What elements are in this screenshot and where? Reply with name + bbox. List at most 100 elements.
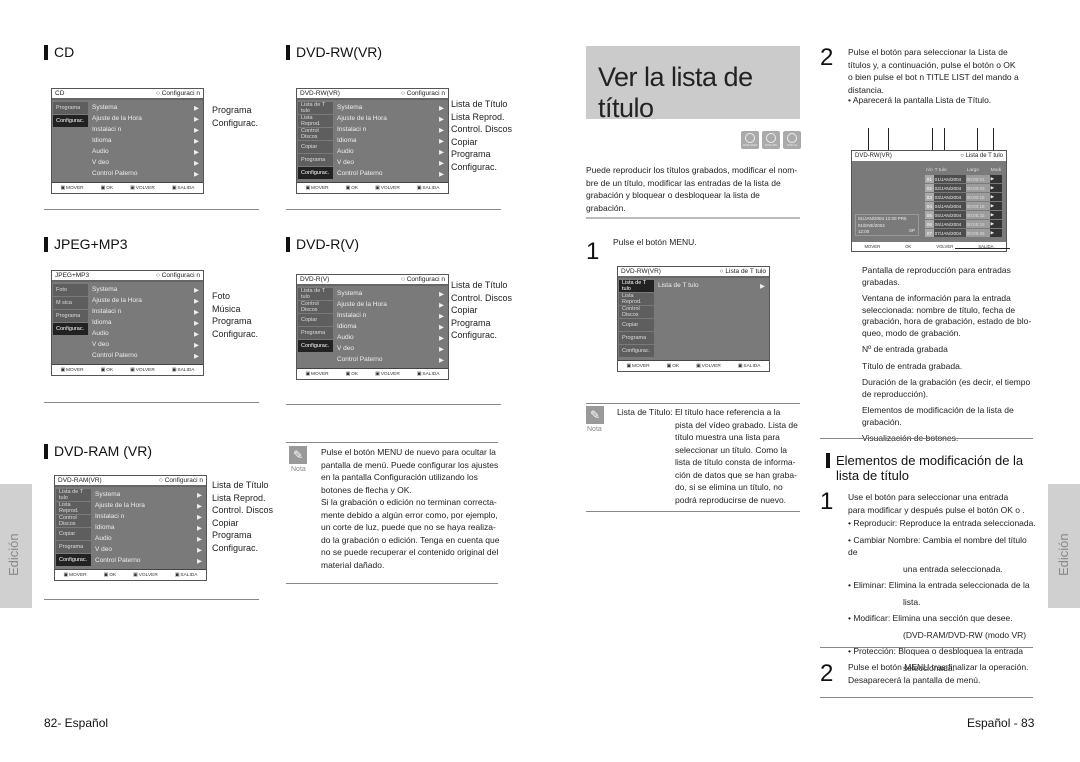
osd-menu-item[interactable]: Control Paterno ▶ [337,354,448,365]
table-row[interactable]: 05 05/JAN/2004 00:05:32 ▶ [925,211,1003,219]
osd-menu-item[interactable]: Audio ▶ [337,146,448,157]
step-text: Use el botón para seleccionar una entrad… [848,491,1038,516]
disc-type: DVD-RW(VR) [855,153,892,159]
osd-menu-item[interactable]: Instalaci n ▶ [95,511,206,522]
osd-category-item[interactable]: Programa [298,154,333,166]
osd-category-item[interactable]: Configurac. [56,554,91,566]
table-row[interactable]: 01 01/JAN/2004 00:00:01 ▶ [925,175,1003,183]
osd-category-item[interactable]: Lista Reprod. [298,115,333,127]
osd-category-item[interactable]: Lista Reprod. [56,502,91,514]
osd-menu-item[interactable]: Control Paterno ▶ [92,350,203,361]
osd-menu-item[interactable]: Systema ▶ [337,102,448,113]
page-footer-right: Español - 83 [967,716,1035,730]
osd-menu-item[interactable]: Control Paterno ▶ [95,555,206,566]
osd-menu-item[interactable]: Systema ▶ [92,102,203,113]
osd-menu-item[interactable]: Idioma ▶ [337,135,448,146]
option-bullet: • Cambiar Nombre: Cambia el nombre del t… [848,534,1038,576]
osd-menu-item[interactable]: Instalaci n ▶ [92,306,203,317]
osd-menu-item[interactable]: Idioma ▶ [92,135,203,146]
disc-type: DVD-RW(VR) [621,268,661,275]
osd-item-list: Systema ▶ Ajuste de la Hora ▶ Instalaci n ▶ Id… [333,288,448,366]
osd-menu-item[interactable]: Lista de T tulo ▶ [658,280,769,291]
arrow-right-icon: ▶ [194,137,199,145]
osd-menu-item[interactable]: V deo ▶ [337,343,448,354]
step-number: 2 [820,660,834,687]
osd-category-item[interactable]: Control Discos [56,515,91,527]
osd-category-item[interactable]: Copiar [298,314,333,326]
osd-category-item[interactable]: Copiar [619,319,654,331]
table-row[interactable]: 06 06/JAN/2004 00:05:15 ▶ [925,220,1003,228]
osd-category-list: Lista de T tulo Lista Reprod. Control Disc… [618,280,654,358]
osd-menu-item[interactable]: V deo ▶ [92,339,203,350]
osd-category-item[interactable]: Lista de T tulo [619,280,654,292]
osd-category-item[interactable]: Programa [619,332,654,344]
osd-category-item[interactable]: Configurac. [298,340,333,352]
osd-category-item[interactable]: Programa [53,102,88,114]
osd-menu-item[interactable]: Ajuste de la Hora ▶ [92,113,203,124]
osd-category-item[interactable]: Lista de T tulo [298,288,333,300]
osd-category-item[interactable]: Configurac. [619,345,654,357]
osd-category-item[interactable]: Control Discos [298,301,333,313]
osd-category-item[interactable]: Lista Reprod. [619,293,654,305]
table-row[interactable]: 02 02/JAN/2004 00:00:03 ▶ [925,184,1003,192]
osd-menu-item[interactable]: Systema ▶ [337,288,448,299]
osd-menu-item[interactable]: Audio ▶ [95,533,206,544]
table-row[interactable]: 04 04/JAN/2004 00:00:18 ▶ [925,202,1003,210]
table-row[interactable]: 03 03/JAN/2004 00:00:15 ▶ [925,193,1003,201]
step-text: Pulse el botón MENU. [613,237,697,247]
title-list-table: n/o T tulo Largo Modi 01 01/JAN/2004 00:00:01 ▶… [925,165,1003,238]
osd-menu-item[interactable]: Control Paterno ▶ [337,168,448,179]
arrow-right-icon: ▶ [989,229,1003,237]
osd-menu-item[interactable]: Idioma ▶ [92,317,203,328]
osd-category-item[interactable]: Control Discos [298,128,333,140]
osd-menu-item[interactable]: Instalaci n ▶ [92,124,203,135]
osd-menu-item[interactable]: Idioma ▶ [95,522,206,533]
osd-menu-item[interactable]: Ajuste de la Hora ▶ [337,299,448,310]
osd-category-item[interactable]: Programa [53,310,88,322]
function-name: Foto [212,291,231,301]
osd-menu-item[interactable]: V deo ▶ [337,157,448,168]
disc-label: DVD-R [787,143,797,147]
osd-category-item[interactable]: Programa [298,327,333,339]
osd-menu-item[interactable]: Systema ▶ [95,489,206,500]
osd-category-item[interactable]: Programa [56,541,91,553]
osd-menu-item[interactable]: Ajuste de la Hora ▶ [337,113,448,124]
osd-menu-item[interactable]: Instalaci n ▶ [337,124,448,135]
osd-menu-item[interactable]: Idioma ▶ [337,321,448,332]
osd-category-item[interactable]: Copiar [56,528,91,540]
osd-menu-item[interactable]: Ajuste de la Hora ▶ [92,295,203,306]
osd-category-item[interactable]: Configurac. [298,167,333,179]
osd-category-item[interactable]: Lista de T tulo [298,102,333,114]
osd-category-item[interactable]: Lista de T tulo [56,489,91,501]
osd-button-bar: MOVER OK VOLVER SALIDA [52,364,203,375]
disc-type: CD [55,90,65,97]
osd-category-item[interactable]: Foto [53,284,88,296]
osd-menu-item[interactable]: Control Paterno ▶ [92,168,203,179]
osd-menu-item[interactable]: Systema ▶ [92,284,203,295]
section-heading-line2: lista de título [836,468,909,483]
heading-bar [286,44,290,60]
osd-menu-item[interactable]: V deo ▶ [92,157,203,168]
osd-menu-item[interactable]: V deo ▶ [95,544,206,555]
osd-menu-item[interactable]: Audio ▶ [92,146,203,157]
osd-menu-item[interactable]: Audio ▶ [92,328,203,339]
osd-category-item[interactable]: Control Discos [619,306,654,318]
button-hint: SALIDA [417,186,439,191]
table-row[interactable]: 07 07/JAN/2004 00:09:26 ▶ [925,229,1003,237]
osd-category-item[interactable]: Configurac. [53,115,88,127]
osd-category-item[interactable]: M sica [53,297,88,309]
osd-body: Lista de T tulo Control Discos Copiar Progr… [297,286,448,368]
osd-menu-screen: DVD-RAM(VR) ○ Configuraci n Lista de T tul… [54,475,207,581]
osd-category-list: Lista de T tulo Control Discos Copiar Progr… [297,288,333,366]
osd-category-item[interactable]: Configurac. [53,323,88,335]
osd-menu-item[interactable]: Instalaci n ▶ [337,310,448,321]
arrow-right-icon: ▶ [197,557,202,565]
function-list: Programa Configurac. [212,104,258,129]
function-name: Programa [212,105,252,115]
osd-menu-item[interactable]: Audio ▶ [337,332,448,343]
osd-category-item[interactable]: Copiar [298,141,333,153]
osd-menu-item[interactable]: Ajuste de la Hora ▶ [95,500,206,511]
entry-length: 00:00:15 [965,193,990,201]
bullet-line: lista. [903,596,921,607]
arrow-right-icon: ▶ [989,184,1003,192]
